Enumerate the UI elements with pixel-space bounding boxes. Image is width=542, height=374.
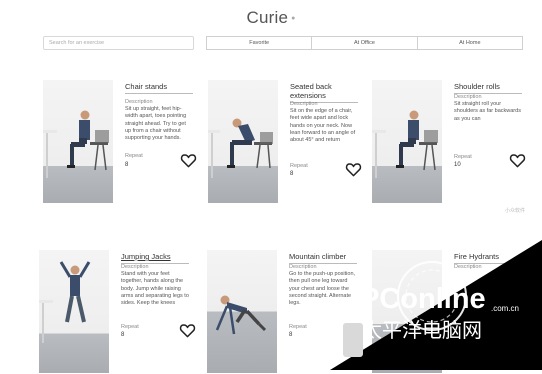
favorite-heart-icon[interactable] <box>345 162 362 177</box>
filter-bar: Favorite At Office At Home <box>206 36 523 50</box>
description-label: Description <box>290 101 318 107</box>
favorite-heart-icon[interactable] <box>509 153 526 168</box>
exercise-card[interactable]: Fire Hydrants Description <box>372 250 524 374</box>
exercise-description: Sit straight roll your shoulders as far … <box>454 101 521 122</box>
repeat-label: Repeat <box>290 163 308 169</box>
repeat-count: 8 <box>121 332 125 338</box>
exercise-name: Jumping Jacks <box>121 252 189 264</box>
exercise-description: Go to the push-up position, then pull on… <box>289 271 356 307</box>
exercise-card[interactable]: Seated back extensions Description Sit o… <box>208 80 362 204</box>
filter-favorite[interactable]: Favorite <box>206 36 313 50</box>
exercise-name: Seated back extensions <box>290 82 358 103</box>
exercise-photo <box>372 80 442 203</box>
exercise-card[interactable]: Chair stands Description Sit up straight… <box>43 80 197 204</box>
exercise-card[interactable]: Shoulder rolls Description Sit straight … <box>372 80 526 204</box>
repeat-label: Repeat <box>121 324 139 330</box>
repeat-count: 8 <box>125 162 129 168</box>
exercise-name: Mountain climber <box>289 252 357 264</box>
watermark-text: 小众软件 <box>505 208 526 214</box>
repeat-count: 8 <box>290 171 294 177</box>
favorite-heart-icon[interactable] <box>179 323 196 338</box>
exercise-description: Sit on the edge of a chair, feet wide ap… <box>290 108 356 144</box>
search-input[interactable] <box>43 36 194 50</box>
page-title: Curie ● <box>246 8 296 27</box>
exercise-card[interactable]: Jumping Jacks Description Stand with you… <box>39 250 196 374</box>
filter-at-office[interactable]: At Office <box>311 36 418 50</box>
exercise-name: Chair stands <box>125 82 193 94</box>
exercise-card[interactable]: Mountain climber Description Go to the p… <box>207 250 361 374</box>
repeat-label: Repeat <box>289 324 307 330</box>
exercise-photo <box>39 250 109 373</box>
description-label: Description <box>289 264 317 270</box>
description-label: Description <box>125 99 153 105</box>
exercise-description: Stand with your feet together, hands alo… <box>121 271 189 307</box>
description-label: Description <box>454 94 482 100</box>
exercise-name: Shoulder rolls <box>454 82 522 94</box>
exercise-description: Sit up straight, feet hip-width apart, t… <box>125 106 187 142</box>
exercise-photo <box>43 80 113 203</box>
exercise-photo <box>208 80 278 203</box>
favorite-heart-icon[interactable] <box>344 322 361 337</box>
title-dot: ● <box>291 15 296 23</box>
exercise-name: Fire Hydrants <box>454 252 522 264</box>
favorite-heart-icon[interactable] <box>180 153 197 168</box>
repeat-count: 8 <box>289 332 293 338</box>
description-label: Description <box>121 264 149 270</box>
filter-at-home[interactable]: At Home <box>416 36 523 50</box>
exercise-photo <box>372 250 442 373</box>
repeat-count: 10 <box>454 162 461 168</box>
exercise-photo <box>207 250 277 373</box>
repeat-label: Repeat <box>454 154 472 160</box>
description-label: Description <box>454 264 482 270</box>
repeat-label: Repeat <box>125 153 143 159</box>
